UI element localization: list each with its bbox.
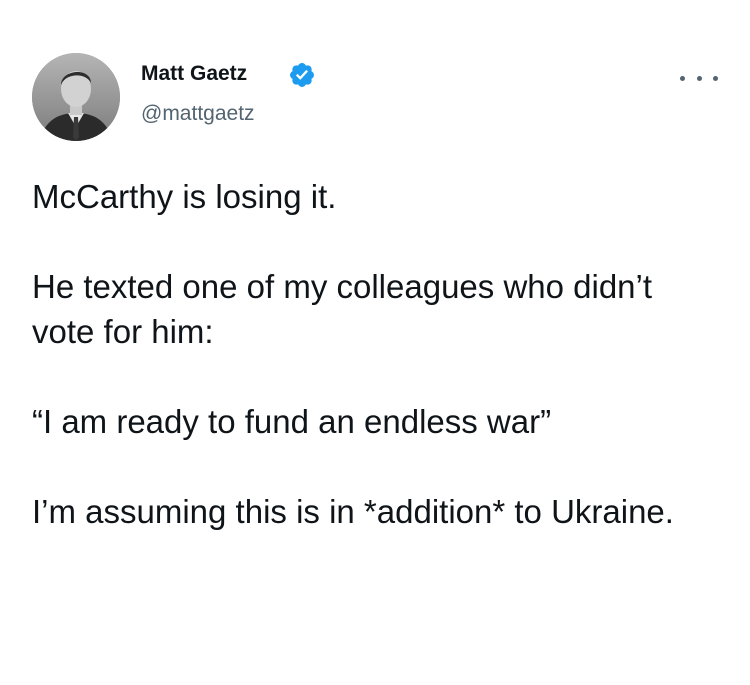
tweet-paragraph: “I am ready to fund an endless war” — [32, 403, 552, 440]
tweet-paragraph: McCarthy is losing it. — [32, 178, 337, 215]
author-display-name[interactable]: Matt Gaetz — [141, 60, 247, 88]
tweet-paragraph: I’m assuming this is in *addition* to Uk… — [32, 493, 674, 530]
tweet-card: Matt Gaetz @mattgaetz McCarthy is losing… — [0, 0, 750, 685]
verified-badge-icon — [290, 63, 314, 87]
more-options-icon — [680, 75, 685, 81]
author-handle[interactable]: @mattgaetz — [141, 100, 255, 128]
more-options-icon — [713, 75, 718, 81]
tweet-text: McCarthy is losing it. He texted one of … — [32, 174, 722, 534]
author-avatar[interactable] — [32, 53, 120, 141]
more-options-icon — [696, 75, 702, 81]
profile-photo-icon — [32, 53, 120, 141]
more-options-button[interactable] — [680, 66, 718, 90]
tweet-paragraph: He texted one of my colleagues who didn’… — [32, 268, 653, 350]
